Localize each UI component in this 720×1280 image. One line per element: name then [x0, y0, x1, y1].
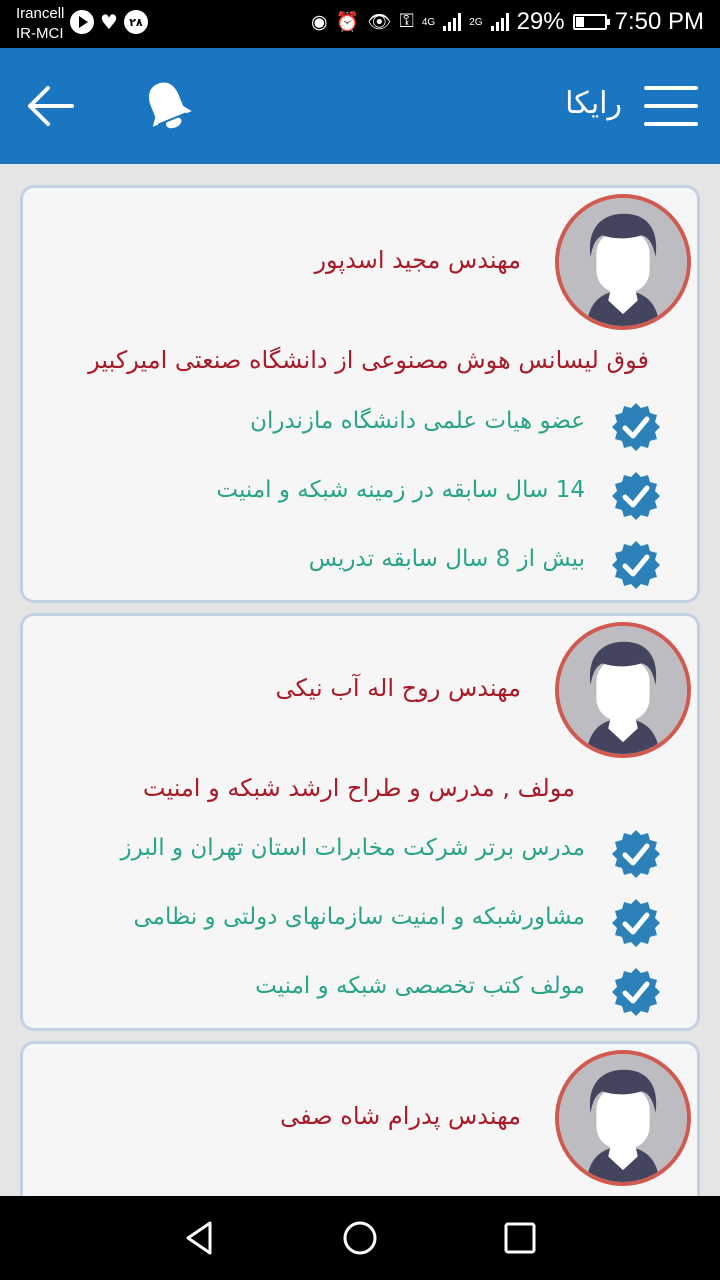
- nav-recents-icon[interactable]: [500, 1218, 540, 1258]
- clock: 7:50 PM: [614, 8, 704, 35]
- battery-icon: [572, 14, 610, 30]
- teacher-name: مهندس مجید اسدپور: [314, 246, 521, 274]
- alarm-icon: ⏰: [335, 12, 360, 33]
- nav-home-icon[interactable]: [340, 1218, 380, 1258]
- feature-text: بیش از 8 سال سابقه تدریس: [308, 546, 585, 572]
- teacher-card[interactable]: مهندس پدرام شاه صفی: [20, 1041, 700, 1196]
- avatar: [555, 622, 691, 758]
- heart-pulse-icon: ♥: [100, 10, 118, 34]
- avatar: [555, 1050, 691, 1186]
- person-placeholder-icon: [559, 626, 687, 754]
- verified-badge-icon: [612, 968, 660, 1016]
- carrier-info: Irancell IR-MCI: [16, 4, 64, 44]
- network-type-1: 4G: [421, 16, 436, 28]
- teacher-card[interactable]: مهندس روح اله آب نیکی مولف , مدرس و طراح…: [20, 613, 700, 1031]
- teacher-name: مهندس روح اله آب نیکی: [275, 674, 521, 702]
- teacher-degree: مولف , مدرس و طراح ارشد شبکه و امنیت: [142, 774, 575, 802]
- verified-badge-icon: [612, 541, 660, 589]
- feature-text: مولف کتب تخصصی شبکه و امنیت: [255, 973, 585, 999]
- carrier-2: IR-MCI: [16, 25, 64, 42]
- notification-icons: ♥ ۲۸: [70, 10, 148, 34]
- bell-icon[interactable]: [138, 78, 196, 134]
- play-icon: [70, 10, 94, 34]
- app-title: رایکا: [565, 86, 622, 121]
- key-icon: ⚿: [399, 11, 414, 32]
- teacher-card[interactable]: مهندس مجید اسدپور فوق لیسانس هوش مصنوعی …: [20, 185, 700, 603]
- feature-item: 14 سال سابقه در زمینه شبکه و امنیت: [41, 469, 661, 521]
- feature-item: مدرس برتر شرکت مخابرات استان تهران و الب…: [41, 827, 661, 879]
- verified-badge-icon: [612, 899, 660, 947]
- feature-item: مشاورشبکه و امنیت سازمانهای دولتی و نظام…: [41, 896, 661, 948]
- feature-item: بیش از 8 سال سابقه تدریس: [41, 538, 661, 590]
- feature-text: مدرس برتر شرکت مخابرات استان تهران و الب…: [120, 835, 585, 861]
- feature-text: عضو هیات علمی دانشگاه مازندران: [250, 408, 585, 434]
- network-type-2: 2G: [469, 16, 483, 28]
- teacher-degree: فوق لیسانس هوش مصنوعی از دانشگاه صنعتی ا…: [88, 346, 649, 374]
- feature-text: 14 سال سابقه در زمینه شبکه و امنیت: [216, 477, 585, 503]
- arrow-left-icon[interactable]: [24, 84, 76, 128]
- app-bar: رایکا: [0, 48, 720, 164]
- nav-back-icon[interactable]: [180, 1218, 220, 1258]
- number-badge: ۲۸: [123, 10, 148, 34]
- verified-badge-icon: [612, 403, 660, 451]
- system-icons: ◉ ⏰ 👁 ⚿ 4G 2G 29% 7:50 PM: [311, 8, 704, 36]
- hotspot-icon: ◉: [311, 11, 328, 33]
- person-placeholder-icon: [559, 198, 687, 326]
- status-bar: Irancell IR-MCI ♥ ۲۸ ◉ ⏰ 👁 ⚿ 4G 2G 29% 7…: [0, 0, 720, 48]
- feature-item: مولف کتب تخصصی شبکه و امنیت: [41, 965, 661, 1017]
- signal-icon-2: [490, 13, 509, 31]
- verified-badge-icon: [612, 830, 660, 878]
- eye-icon: 👁: [367, 12, 392, 33]
- verified-badge-icon: [612, 472, 660, 520]
- signal-icon-1: [443, 13, 462, 31]
- person-placeholder-icon: [559, 1054, 687, 1182]
- carrier-1: Irancell: [16, 5, 65, 22]
- avatar: [555, 194, 691, 330]
- feature-item: عضو هیات علمی دانشگاه مازندران: [41, 400, 661, 452]
- teacher-list[interactable]: مهندس مجید اسدپور فوق لیسانس هوش مصنوعی …: [0, 164, 720, 1196]
- hamburger-menu-icon[interactable]: [644, 86, 698, 126]
- feature-text: مشاورشبکه و امنیت سازمانهای دولتی و نظام…: [133, 904, 585, 930]
- system-nav-bar: [0, 1196, 720, 1280]
- battery-percent: 29%: [516, 8, 565, 35]
- teacher-name: مهندس پدرام شاه صفی: [280, 1102, 521, 1130]
